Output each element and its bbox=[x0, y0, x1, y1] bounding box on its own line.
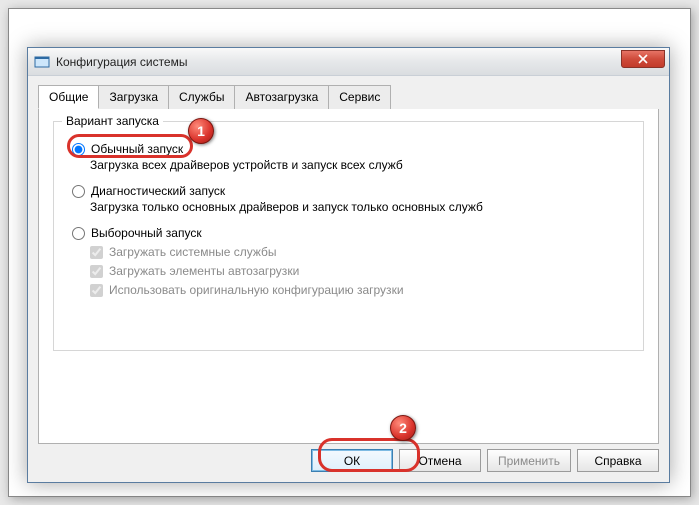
radio-normal-label: Обычный запуск bbox=[91, 142, 183, 156]
group-legend: Вариант запуска bbox=[62, 114, 163, 128]
check-original-boot: Использовать оригинальную конфигурацию з… bbox=[90, 283, 631, 297]
tab-startup[interactable]: Автозагрузка bbox=[234, 85, 329, 109]
tab-tools[interactable]: Сервис bbox=[328, 85, 391, 109]
radio-normal-input[interactable] bbox=[72, 143, 85, 156]
tab-panel-general: Вариант запуска Обычный запуск Загрузка … bbox=[38, 109, 659, 444]
radio-diagnostic-startup[interactable]: Диагностический запуск bbox=[72, 184, 631, 198]
startup-selection-group: Вариант запуска Обычный запуск Загрузка … bbox=[53, 121, 644, 351]
check-startup-items-input bbox=[90, 265, 103, 278]
radio-selective-label: Выборочный запуск bbox=[91, 226, 202, 240]
check-system-services-input bbox=[90, 246, 103, 259]
tab-services[interactable]: Службы bbox=[168, 85, 235, 109]
radio-diagnostic-label: Диагностический запуск bbox=[91, 184, 225, 198]
titlebar: Конфигурация системы bbox=[28, 48, 669, 76]
radio-selective-startup[interactable]: Выборочный запуск bbox=[72, 226, 631, 240]
check-system-services-label: Загружать системные службы bbox=[109, 245, 277, 259]
app-icon bbox=[34, 54, 50, 70]
tab-row: Общие Загрузка Службы Автозагрузка Серви… bbox=[38, 85, 659, 110]
window-content: Общие Загрузка Службы Автозагрузка Серви… bbox=[28, 76, 669, 454]
tab-boot[interactable]: Загрузка bbox=[98, 85, 169, 109]
radio-diagnostic-input[interactable] bbox=[72, 185, 85, 198]
check-original-boot-input bbox=[90, 284, 103, 297]
ok-button[interactable]: ОК bbox=[311, 449, 393, 472]
msconfig-window: Конфигурация системы Общие Загрузка Служ… bbox=[27, 47, 670, 483]
check-original-boot-label: Использовать оригинальную конфигурацию з… bbox=[109, 283, 404, 297]
check-system-services: Загружать системные службы bbox=[90, 245, 631, 259]
check-startup-items-label: Загружать элементы автозагрузки bbox=[109, 264, 299, 278]
help-button[interactable]: Справка bbox=[577, 449, 659, 472]
radio-selective-input[interactable] bbox=[72, 227, 85, 240]
tab-general[interactable]: Общие bbox=[38, 85, 99, 109]
window-title: Конфигурация системы bbox=[56, 55, 187, 69]
diagnostic-startup-desc: Загрузка только основных драйверов и зап… bbox=[90, 200, 631, 214]
dialog-button-row: ОК Отмена Применить Справка bbox=[311, 449, 659, 472]
normal-startup-desc: Загрузка всех драйверов устройств и запу… bbox=[90, 158, 631, 172]
close-button[interactable] bbox=[621, 50, 665, 68]
radio-normal-startup[interactable]: Обычный запуск bbox=[72, 142, 631, 156]
check-startup-items: Загружать элементы автозагрузки bbox=[90, 264, 631, 278]
apply-button: Применить bbox=[487, 449, 571, 472]
cancel-button[interactable]: Отмена bbox=[399, 449, 481, 472]
